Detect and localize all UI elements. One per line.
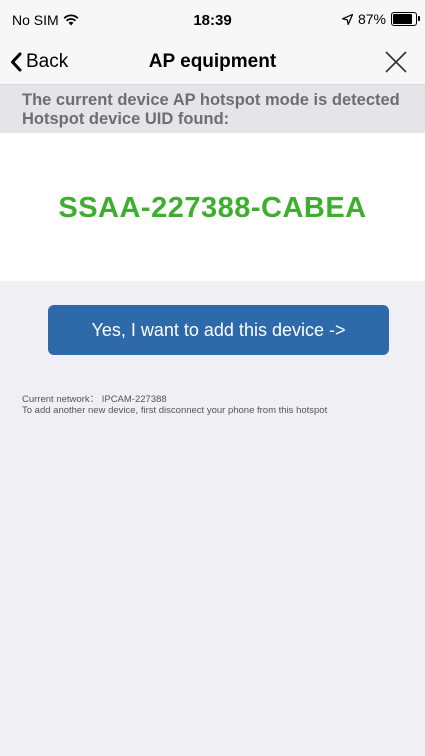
status-right-group: 87% xyxy=(341,11,420,27)
status-bar: No SIM 18:39 87% xyxy=(0,0,425,40)
battery-percent: 87% xyxy=(357,11,386,27)
battery-icon xyxy=(391,12,420,26)
detection-message: The current device AP hotspot mode is de… xyxy=(0,85,425,133)
uid-panel: SSAA-227388-CABEA xyxy=(0,133,425,281)
navigation-bar: Back AP equipment xyxy=(0,40,425,85)
close-icon xyxy=(385,51,407,73)
close-button[interactable] xyxy=(383,49,409,75)
device-uid: SSAA-227388-CABEA xyxy=(58,192,367,224)
add-device-button[interactable]: Yes, I want to add this device -> xyxy=(48,305,389,355)
current-network-label: Current network： IPCAM-227388 xyxy=(22,394,167,405)
page-title: AP equipment xyxy=(148,51,277,72)
disconnect-hint: To add another new device, first disconn… xyxy=(22,405,328,416)
detection-message-line1: The current device AP hotspot mode is de… xyxy=(22,91,400,109)
detection-message-line2: Hotspot device UID found: xyxy=(22,110,230,128)
battery-fill xyxy=(393,14,413,24)
location-arrow-icon xyxy=(341,13,353,25)
network-info: Current network： IPCAM-227388 To add ano… xyxy=(22,394,422,416)
